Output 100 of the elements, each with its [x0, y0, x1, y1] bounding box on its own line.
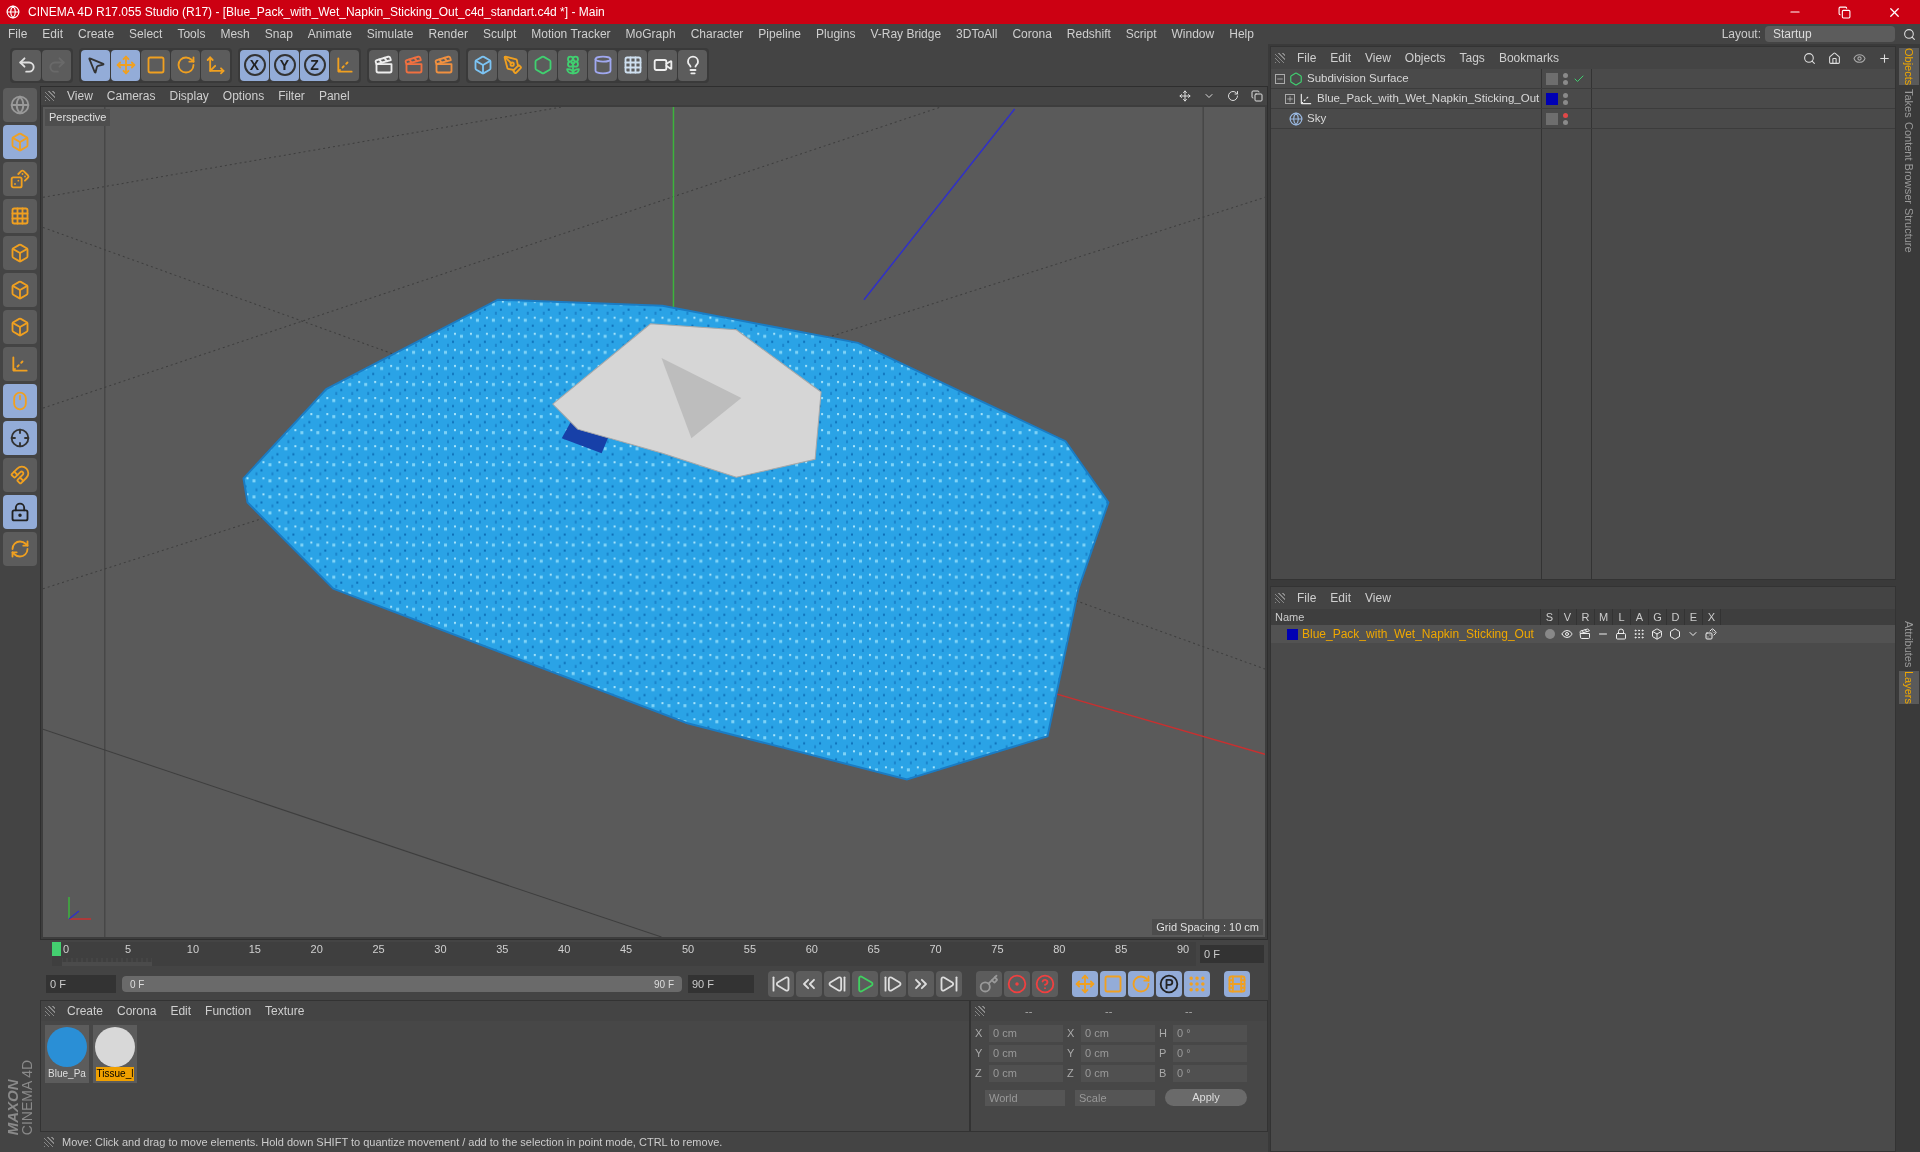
expander-icon[interactable] [1275, 73, 1285, 84]
side-tab[interactable]: Takes [1899, 89, 1919, 119]
side-tab[interactable]: Layers [1899, 671, 1919, 705]
menu-item[interactable]: File [1297, 589, 1317, 607]
tool-button[interactable] [429, 49, 458, 81]
tool-button[interactable] [796, 971, 822, 997]
tool-button[interactable] [528, 49, 557, 81]
menu-item[interactable]: Sculpt [482, 25, 517, 43]
menu-item[interactable]: Function [205, 1002, 252, 1020]
tool-button[interactable] [588, 49, 617, 81]
clapperboard-icon[interactable] [1579, 628, 1591, 640]
menu-item[interactable]: View [1365, 49, 1391, 67]
axis-lock-button[interactable]: Z [300, 49, 329, 81]
search-icon[interactable] [1903, 27, 1916, 41]
tool-button[interactable] [141, 49, 170, 81]
menu-item[interactable]: Animate [307, 25, 352, 43]
menu-item[interactable]: Motion Tracker [531, 25, 611, 43]
pan-icon[interactable] [1179, 90, 1191, 102]
frame-range-slider[interactable]: 0 F 90 F [122, 976, 682, 992]
menu-item[interactable]: Create [78, 25, 115, 43]
menu-item[interactable]: Edit [42, 25, 64, 43]
material-tile[interactable]: Blue_Pa [45, 1025, 89, 1083]
side-tab[interactable]: Content Browser [1899, 122, 1919, 204]
current-frame-field[interactable]: 0 F [1200, 945, 1264, 963]
start-frame-field[interactable]: 0 F [46, 975, 116, 993]
menu-item[interactable]: Bookmarks [1498, 49, 1559, 67]
tool-button[interactable] [498, 49, 527, 81]
eye-icon[interactable] [1853, 51, 1866, 65]
restore-icon[interactable] [1838, 5, 1851, 19]
menu-item[interactable]: Edit [1330, 589, 1352, 607]
menu-item[interactable]: Help [1229, 25, 1254, 43]
end-frame-field[interactable]: 90 F [688, 975, 754, 993]
menu-item[interactable]: Texture [265, 1002, 305, 1020]
menu-item[interactable]: Corona [1012, 25, 1052, 43]
layer-tile-icon[interactable] [1546, 112, 1558, 125]
menu-item[interactable]: Mesh [220, 25, 250, 43]
menu-item[interactable]: Display [169, 87, 209, 105]
tool-button[interactable] [558, 49, 587, 81]
lock-icon[interactable] [1615, 628, 1627, 640]
tool-button[interactable] [936, 971, 962, 997]
tool-button[interactable] [618, 49, 647, 81]
layer-color-swatch[interactable] [1287, 628, 1298, 640]
menu-item[interactable]: Panel [318, 87, 350, 105]
tool-button[interactable] [648, 49, 677, 81]
object-name[interactable]: Sky [1307, 109, 1327, 128]
menu-item[interactable]: View [1365, 589, 1391, 607]
orbit-icon[interactable] [1227, 90, 1239, 102]
tool-button[interactable] [824, 971, 850, 997]
tool-button[interactable] [1156, 971, 1182, 997]
menu-item[interactable]: View [67, 87, 93, 105]
menu-item[interactable]: Window [1171, 25, 1215, 43]
apply-button[interactable]: Apply [1165, 1089, 1247, 1106]
layer-swatch[interactable] [1546, 92, 1558, 105]
tool-button[interactable] [171, 49, 200, 81]
menu-item[interactable]: Edit [170, 1002, 192, 1020]
menu-item[interactable]: Character [690, 25, 744, 43]
menu-item[interactable]: Tools [177, 25, 206, 43]
tool-button[interactable] [369, 49, 398, 81]
axis-lock-button[interactable]: X [240, 49, 269, 81]
tool-button[interactable] [12, 49, 41, 81]
menu-item[interactable]: Script [1125, 25, 1157, 43]
axis-lock-button[interactable]: Y [270, 49, 299, 81]
tool-button[interactable] [3, 421, 37, 455]
menu-item[interactable]: 3DToAll [956, 25, 998, 43]
home-icon[interactable] [1828, 51, 1841, 65]
menu-item[interactable]: Pipeline [758, 25, 802, 43]
menu-item[interactable]: Filter [278, 87, 305, 105]
menu-item[interactable]: Redshift [1066, 25, 1111, 43]
search-icon[interactable] [1803, 51, 1816, 65]
menu-item[interactable]: Cameras [106, 87, 156, 105]
menu-item[interactable]: Simulate [366, 25, 414, 43]
tool-button[interactable] [81, 49, 110, 81]
tool-button[interactable] [768, 971, 794, 997]
menu-item[interactable]: Plugins [816, 25, 856, 43]
layer-row[interactable]: Blue_Pack_with_Wet_Napkin_Sticking_Out [1271, 625, 1895, 643]
menu-item[interactable]: V-Ray Bridge [870, 25, 942, 43]
tool-button[interactable] [468, 49, 497, 81]
tool-button[interactable] [3, 495, 37, 529]
expander-icon[interactable] [1285, 93, 1295, 104]
new-panel-icon[interactable] [1878, 51, 1891, 65]
tool-button[interactable] [111, 49, 140, 81]
object-name[interactable]: Blue_Pack_with_Wet_Napkin_Sticking_Out [1317, 89, 1540, 108]
tool-button[interactable] [678, 49, 707, 81]
timeline-ruler[interactable]: 0 5 10 15 20 25 30 35 40 45 50 55 60 65 70 75 80 85 90 [52, 942, 1196, 966]
side-tab[interactable]: Structure [1899, 208, 1919, 253]
layer-tile-icon[interactable] [1546, 72, 1558, 85]
menu-item[interactable]: Tags [1459, 49, 1485, 67]
menu-item[interactable]: File [1297, 49, 1317, 67]
menu-item[interactable]: Snap [264, 25, 293, 43]
tool-button[interactable] [880, 971, 906, 997]
side-tab[interactable]: Attributes [1899, 620, 1919, 668]
maximize-icon[interactable] [1251, 90, 1263, 102]
menu-item[interactable]: File [8, 25, 28, 43]
menu-item[interactable]: Select [129, 25, 163, 43]
eye-icon[interactable] [1561, 628, 1573, 640]
menu-item[interactable]: Render [428, 25, 468, 43]
menu-item[interactable]: Edit [1330, 49, 1352, 67]
menu-item[interactable]: MoGraph [625, 25, 676, 43]
tool-button[interactable] [201, 49, 230, 81]
object-name[interactable]: Subdivision Surface [1307, 69, 1409, 88]
